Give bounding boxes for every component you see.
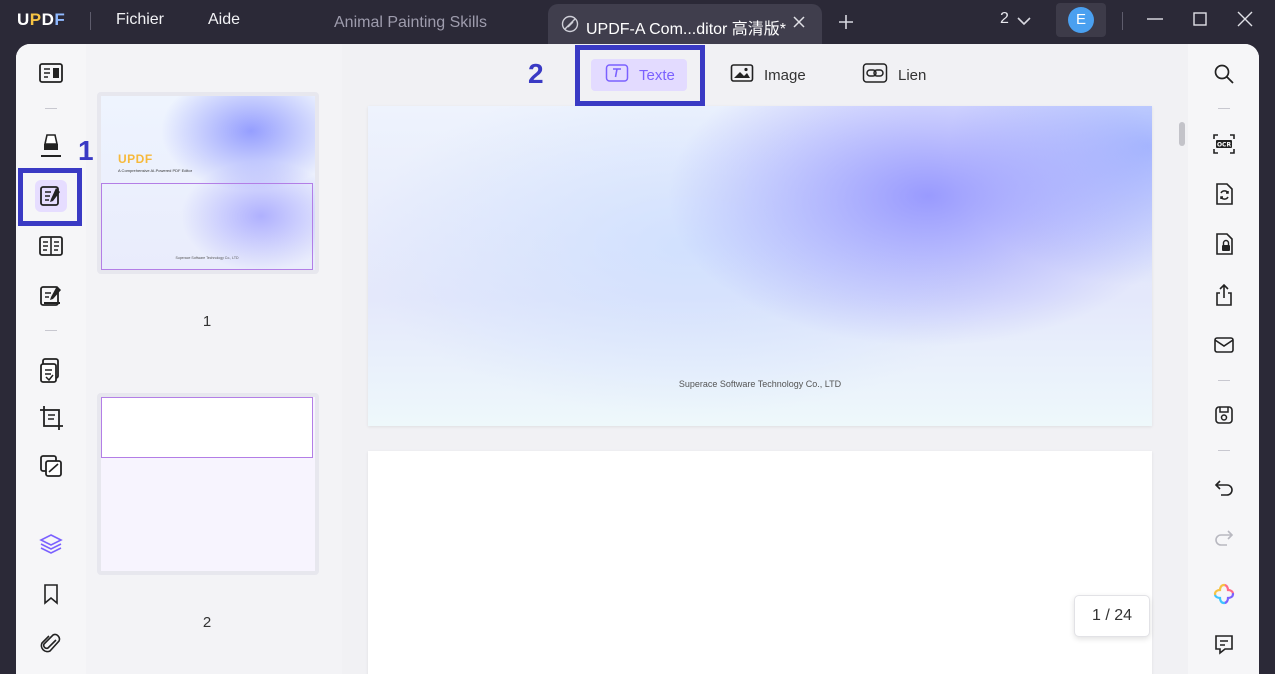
redo-icon[interactable] [1211, 524, 1237, 550]
edit-toolbar: Texte Image Lien [342, 44, 1188, 106]
bookmark-icon[interactable] [35, 578, 67, 610]
thumbnail-logo: UPDF [118, 152, 153, 166]
page-footer-text: Superace Software Technology Co., LTD [678, 379, 842, 389]
highlight-box-text-tool [575, 45, 705, 106]
thumbnail-number: 2 [202, 614, 212, 631]
rail-separator [1218, 450, 1230, 451]
thumbnail-subtitle: A Comprehensive AI-Powered PDF Editor [118, 168, 193, 173]
title-separator [1122, 12, 1123, 30]
edit-mode-icon [561, 15, 579, 38]
left-tool-rail [16, 44, 86, 674]
rail-separator [1218, 380, 1230, 381]
thumbnail-page-1[interactable]: UPDF A Comprehensive AI-Powered PDF Edit… [97, 92, 319, 274]
close-window-icon[interactable] [1236, 10, 1254, 33]
undo-icon[interactable] [1211, 474, 1237, 500]
attachment-icon[interactable] [35, 628, 67, 660]
rail-separator [45, 330, 57, 331]
crop-icon[interactable] [35, 402, 67, 434]
annotation-number-2: 2 [528, 58, 544, 89]
reader-icon[interactable] [35, 57, 67, 89]
new-tab-icon[interactable] [836, 12, 856, 37]
thumbnail-number: 1 [202, 313, 212, 330]
title-separator [90, 12, 91, 30]
window-count[interactable]: 2 [1000, 10, 1009, 28]
search-icon[interactable] [1211, 61, 1237, 87]
tab-close-icon[interactable] [792, 15, 806, 34]
protect-icon[interactable] [1211, 231, 1237, 257]
annotation-number-1: 1 [78, 135, 94, 166]
convert-pdf-icon[interactable] [1211, 181, 1237, 207]
minimize-icon[interactable] [1146, 10, 1164, 33]
comments-list-icon[interactable] [1211, 631, 1237, 657]
layers-icon[interactable] [35, 528, 67, 560]
rail-separator [1218, 108, 1230, 109]
maximize-icon[interactable] [1191, 10, 1209, 33]
share-icon[interactable] [1211, 282, 1237, 308]
comment-marker-icon[interactable] [35, 130, 67, 162]
thumbnail-selection-frame [101, 397, 313, 458]
add-link-button[interactable]: Lien [862, 59, 926, 91]
thumbnail-footer: Superace Software Technology Co., LTD [175, 256, 239, 260]
organize-pages-icon[interactable] [35, 230, 67, 262]
highlight-box-edit-tool [18, 168, 82, 226]
vertical-scrollbar[interactable] [1179, 122, 1185, 146]
menu-aide[interactable]: Aide [208, 11, 240, 29]
svg-text:OCR: OCR [1217, 141, 1232, 148]
tab-active-document[interactable]: UPDF-A Com...ditor 高清版* [548, 4, 822, 44]
thumbnail-panel: UPDF A Comprehensive AI-Powered PDF Edit… [86, 44, 342, 674]
rail-separator [45, 108, 57, 109]
page-indicator[interactable]: 1 / 24 [1074, 595, 1150, 637]
tab-title: UPDF-A Com...ditor 高清版* [586, 21, 787, 38]
menu-fichier[interactable]: Fichier [116, 11, 164, 29]
avatar: E [1068, 7, 1094, 33]
compare-icon[interactable] [35, 450, 67, 482]
right-tool-rail: OCR [1188, 44, 1259, 674]
updf-logo: UPDF [17, 10, 66, 29]
app-window: UPDF A Comprehensive AI-Powered PDF Edit… [16, 44, 1259, 674]
thumbnail-page-2[interactable] [97, 393, 319, 575]
title-bar: UPDF Fichier Aide Animal Painting Skills… [0, 0, 1275, 44]
document-viewport[interactable]: Texte Image Lien Superace Software Techn… [342, 44, 1188, 674]
fill-sign-icon[interactable] [35, 280, 67, 312]
email-icon[interactable] [1211, 332, 1237, 358]
document-page-2[interactable] [368, 451, 1152, 674]
save-icon[interactable] [1211, 402, 1237, 428]
ocr-icon[interactable]: OCR [1211, 131, 1237, 157]
image-tool-icon [730, 63, 754, 87]
add-image-button[interactable]: Image [730, 59, 806, 91]
tab-animal-painting-skills[interactable]: Animal Painting Skills [334, 14, 487, 32]
link-tool-icon [862, 62, 888, 88]
convert-icon[interactable] [35, 354, 67, 386]
ai-assistant-icon[interactable] [1211, 581, 1237, 607]
account-button[interactable]: E [1056, 3, 1106, 37]
document-page-1[interactable]: Superace Software Technology Co., LTD [368, 106, 1152, 426]
chevron-down-icon[interactable] [1017, 13, 1031, 31]
